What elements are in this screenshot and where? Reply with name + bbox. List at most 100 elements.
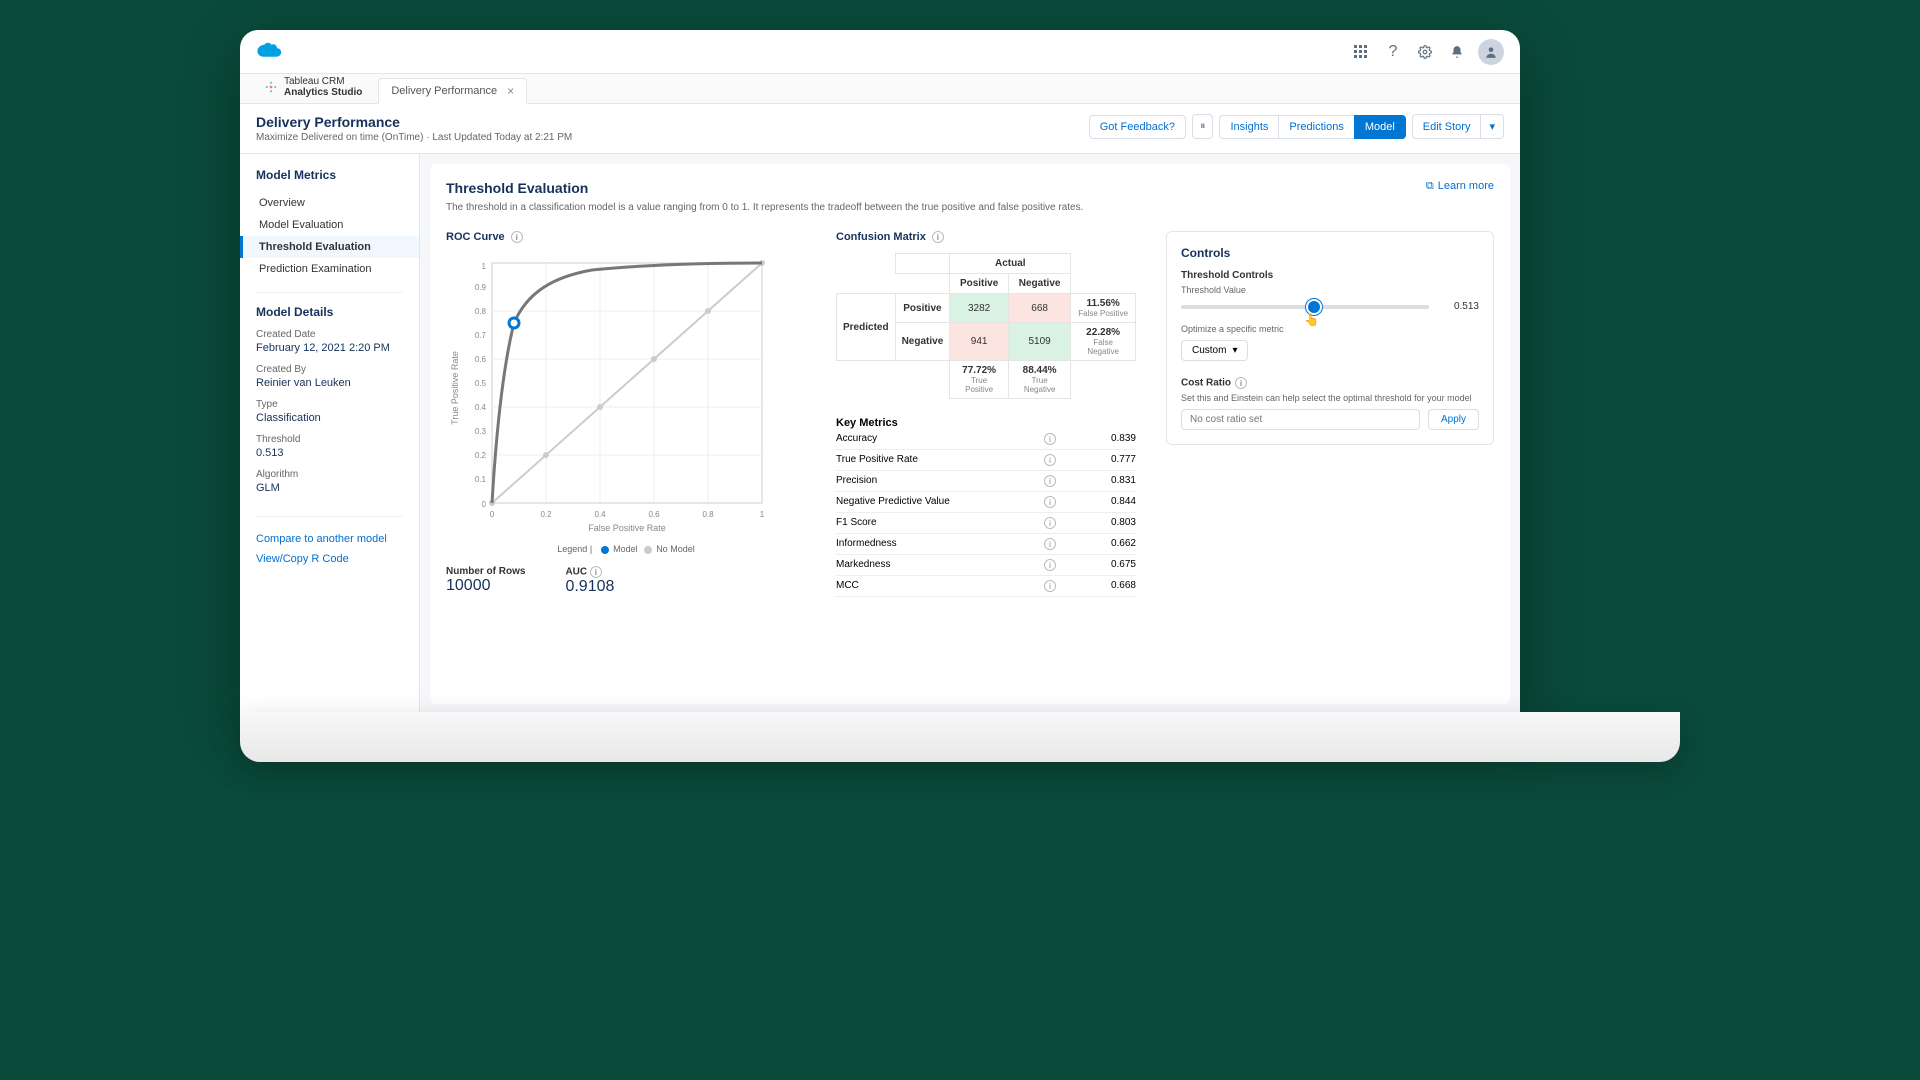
edit-story-button[interactable]: Edit Story (1412, 114, 1481, 139)
info-icon[interactable]: i (1044, 475, 1056, 487)
optimize-metric-select[interactable]: Custom▾ (1181, 340, 1248, 361)
svg-text:0.6: 0.6 (475, 355, 487, 364)
cm-title: Confusion Matrix (836, 231, 926, 243)
metric-row: Negative Predictive Valuei0.844 (836, 492, 1136, 513)
info-icon[interactable]: i (511, 231, 523, 243)
metric-row: Informednessi0.662 (836, 534, 1136, 555)
metric-value: 0.662 (1076, 538, 1136, 550)
view-r-code-link[interactable]: View/Copy R Code (240, 549, 419, 569)
metric-name: Precision (836, 475, 877, 487)
rows-label: Number of Rows (446, 566, 525, 577)
apply-button[interactable]: Apply (1428, 409, 1479, 430)
compare-model-link[interactable]: Compare to another model (240, 529, 419, 549)
info-icon[interactable]: i (590, 566, 602, 578)
detail-label: Created Date (256, 329, 403, 340)
cost-ratio-title: Cost Ratio (1181, 378, 1231, 389)
svg-text:0.8: 0.8 (475, 307, 487, 316)
metric-value: 0.839 (1076, 433, 1136, 445)
metric-row: Precision i 0.831 (836, 471, 1136, 492)
pause-button[interactable]: ⏸ (1192, 114, 1214, 139)
close-icon[interactable]: × (507, 84, 514, 98)
edit-story-menu[interactable]: ▾ (1480, 114, 1504, 139)
metric-name: Markedness (836, 559, 890, 571)
detail-label: Type (256, 399, 403, 410)
info-icon[interactable]: i (1044, 538, 1056, 550)
metric-value: 0.803 (1076, 517, 1136, 529)
svg-text:0: 0 (490, 510, 495, 519)
metric-value: 0.777 (1076, 454, 1136, 466)
detail-value: February 12, 2021 2:20 PM (256, 342, 403, 354)
feedback-button[interactable]: Got Feedback? (1089, 115, 1186, 139)
svg-text:0.2: 0.2 (540, 510, 552, 519)
avatar[interactable] (1478, 39, 1504, 65)
info-icon[interactable]: i (1044, 580, 1056, 592)
svg-text:0.4: 0.4 (475, 403, 487, 412)
gear-icon[interactable] (1414, 41, 1436, 63)
content-description: The threshold in a classification model … (446, 202, 1494, 213)
optimize-label: Optimize a specific metric (1181, 324, 1479, 334)
tab-label: Delivery Performance (391, 85, 497, 97)
info-icon[interactable]: i (1044, 559, 1056, 571)
sidebar-item-threshold-evaluation[interactable]: Threshold Evaluation (240, 236, 419, 258)
chart-legend: Legend | Model No Model (446, 544, 806, 554)
predictions-button[interactable]: Predictions (1278, 115, 1353, 139)
auc-label: AUC (565, 567, 587, 578)
tab-delivery-performance[interactable]: Delivery Performance × (378, 78, 527, 104)
metric-name: Negative Predictive Value (836, 496, 950, 508)
threshold-value: 0.513 (1439, 301, 1479, 312)
sidebar-item-prediction-examination[interactable]: Prediction Examination (240, 258, 419, 280)
svg-text:0.4: 0.4 (594, 510, 606, 519)
info-icon[interactable]: i (1044, 517, 1056, 529)
apps-icon[interactable] (1350, 41, 1372, 63)
threshold-controls-title: Threshold Controls (1181, 270, 1479, 281)
metric-row: F1 Scorei0.803 (836, 513, 1136, 534)
external-link-icon: ⧉ (1426, 180, 1434, 193)
insights-button[interactable]: Insights (1219, 115, 1278, 139)
help-icon[interactable]: ? (1382, 41, 1404, 63)
cost-ratio-desc: Set this and Einstein can help select th… (1181, 393, 1479, 403)
metric-row: Markedness i 0.675 (836, 555, 1136, 576)
content-title: Threshold Evaluation (446, 180, 588, 196)
metric-value: 0.668 (1076, 580, 1136, 592)
app-home-tab[interactable]: Tableau CRMAnalytics Studio (252, 71, 374, 103)
sidebar-item-model-evaluation[interactable]: Model Evaluation (240, 214, 419, 236)
learn-more-link[interactable]: ⧉Learn more (1426, 180, 1494, 193)
metric-row: Accuracy i 0.839 (836, 429, 1136, 450)
info-icon[interactable]: i (1044, 496, 1056, 508)
model-details-title: Model Details (240, 305, 419, 329)
threshold-marker[interactable] (509, 318, 519, 328)
sidebar-item-overview[interactable]: Overview (240, 192, 419, 214)
model-button[interactable]: Model (1354, 115, 1406, 139)
controls-title: Controls (1181, 246, 1479, 260)
detail-value: Classification (256, 412, 403, 424)
info-icon[interactable]: i (1044, 454, 1056, 466)
svg-text:0.6: 0.6 (648, 510, 660, 519)
svg-text:False Positive Rate: False Positive Rate (588, 523, 666, 533)
svg-text:0.5: 0.5 (475, 379, 487, 388)
svg-text:True Positive Rate: True Positive Rate (450, 351, 460, 425)
app-name: Tableau CRM (284, 76, 362, 87)
rows-value: 10000 (446, 577, 525, 595)
key-metrics-title: Key Metrics (836, 417, 1136, 429)
svg-text:1: 1 (482, 262, 487, 271)
info-icon[interactable]: i (932, 231, 944, 243)
cost-ratio-input[interactable] (1181, 409, 1420, 430)
metric-value: 0.831 (1076, 475, 1136, 487)
threshold-value-label: Threshold Value (1181, 285, 1479, 295)
metric-name: Accuracy (836, 433, 877, 445)
info-icon[interactable]: i (1235, 377, 1247, 389)
bell-icon[interactable] (1446, 41, 1468, 63)
detail-value: Reinier van Leuken (256, 377, 403, 389)
roc-title: ROC Curve (446, 231, 505, 243)
threshold-slider[interactable]: 👆 (1181, 305, 1429, 309)
studio-name: Analytics Studio (284, 87, 362, 98)
info-icon[interactable]: i (1044, 433, 1056, 445)
roc-chart: 00.10.20.30.40.50.60.70.80.91 00.20.40.6… (446, 253, 786, 533)
metric-value: 0.675 (1076, 559, 1136, 571)
svg-text:0.7: 0.7 (475, 331, 487, 340)
metric-row: MCCi0.668 (836, 576, 1136, 597)
page-title: Delivery Performance (256, 114, 572, 130)
metric-name: True Positive Rate (836, 454, 918, 466)
confusion-matrix: Actual PositiveNegative PredictedPositiv… (836, 253, 1136, 399)
svg-text:0.9: 0.9 (475, 283, 487, 292)
